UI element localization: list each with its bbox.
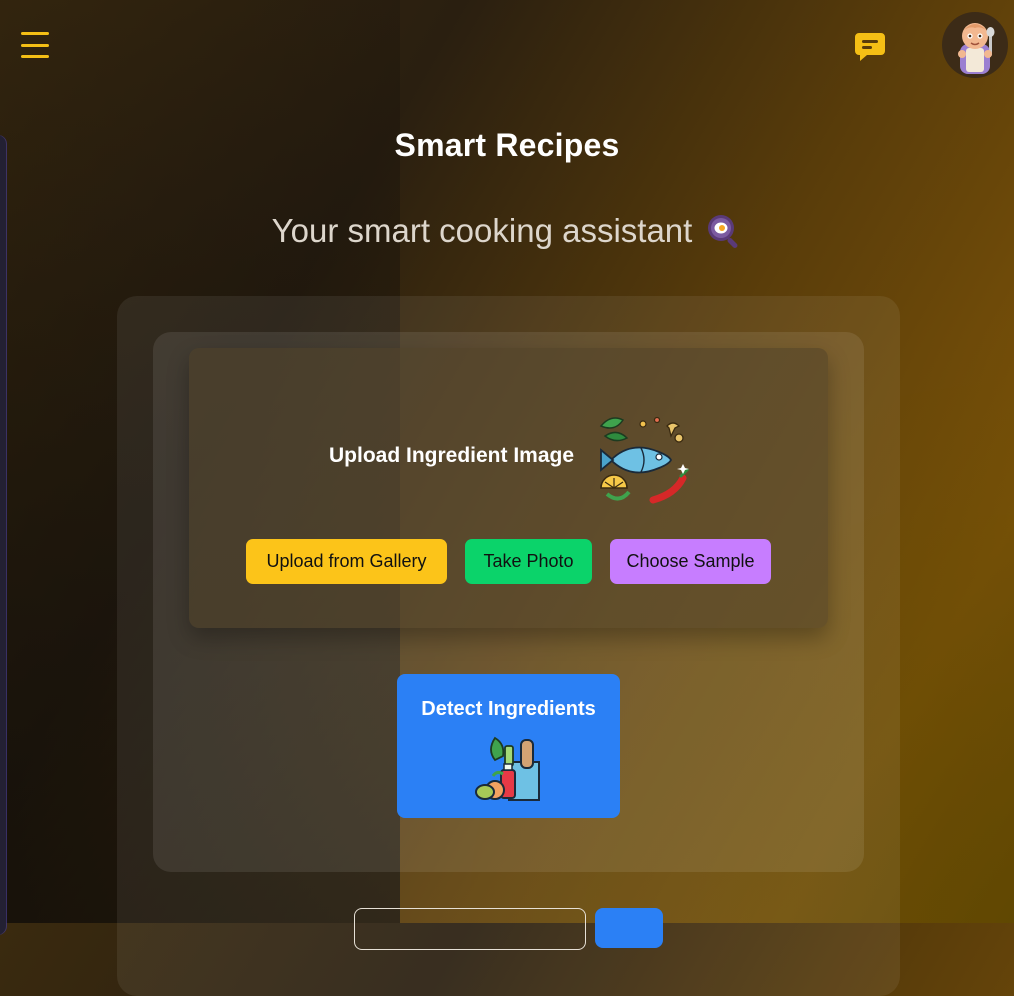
grocery-bag-icon — [475, 736, 540, 801]
frying-pan-egg-icon — [708, 215, 738, 248]
detect-ingredients-button[interactable]: Detect Ingredients — [397, 674, 620, 818]
page-subtitle: Your smart cooking assistant — [0, 212, 1014, 250]
page-title: Smart Recipes — [394, 127, 620, 163]
ingredients-fish-vegetables-icon — [599, 416, 689, 504]
upload-heading: Upload Ingredient Image — [329, 444, 575, 467]
take-photo-button[interactable]: Take Photo — [465, 539, 592, 584]
upload-card — [189, 348, 828, 628]
chat-bubble-icon[interactable] — [854, 32, 886, 62]
choose-sample-button[interactable]: Choose Sample — [610, 539, 771, 584]
avatar[interactable] — [942, 12, 1008, 78]
ingredient-text-input[interactable] — [354, 908, 586, 950]
submit-button[interactable] — [595, 908, 663, 948]
chef-baby-avatar — [958, 23, 995, 74]
hamburger-menu-icon[interactable] — [21, 32, 49, 58]
side-drawer-edge — [0, 135, 6, 935]
upload-from-gallery-button[interactable]: Upload from Gallery — [246, 539, 447, 584]
detect-ingredients-label: Detect Ingredients — [421, 698, 596, 720]
subtitle-text: Your smart cooking assistant — [271, 212, 693, 249]
